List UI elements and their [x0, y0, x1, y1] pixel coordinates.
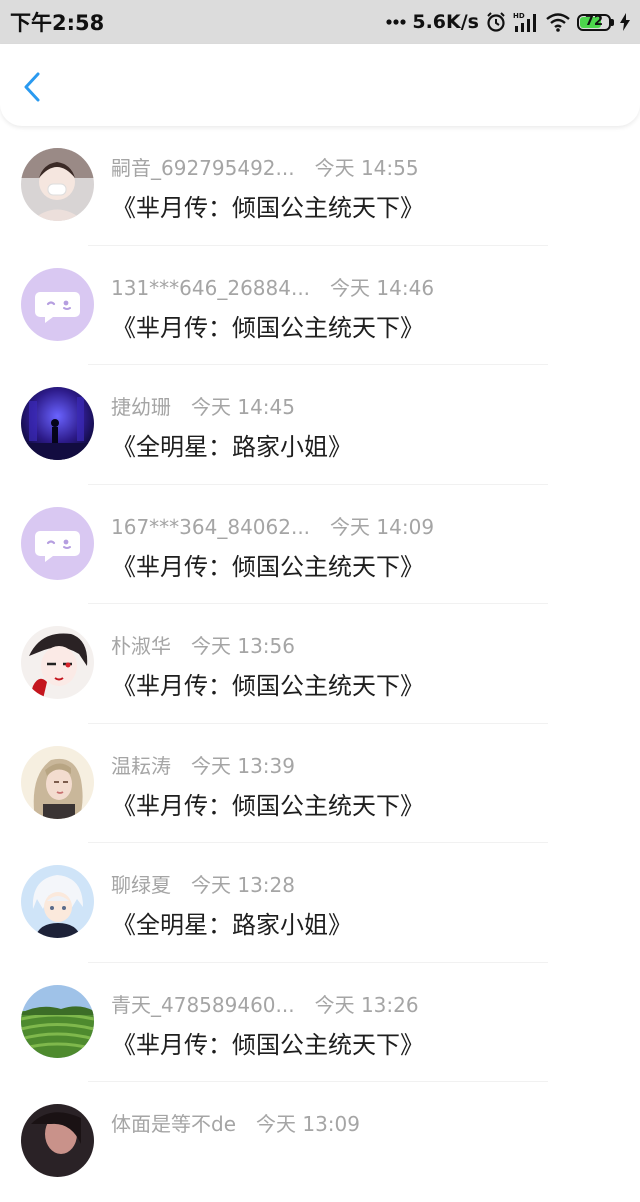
- back-button[interactable]: [16, 70, 50, 104]
- list-item[interactable]: 体面是等不de 今天 13:09: [0, 1082, 640, 1202]
- list-item[interactable]: 嗣音_692795492... 今天 14:55 《芈月传：倾国公主统天下》: [0, 126, 640, 246]
- message-time: 今天 13:26: [314, 992, 419, 1017]
- list-item[interactable]: 167***364_84062... 今天 14:09 《芈月传：倾国公主统天下…: [0, 485, 640, 604]
- sender-name: 聊绿夏: [111, 873, 171, 897]
- message-meta: 体面是等不de 今天 13:09: [111, 1108, 360, 1137]
- book-title: 《芈月传：倾国公主统天下》: [112, 791, 424, 820]
- network-speed: 5.6K/s: [412, 11, 479, 33]
- battery-icon: 72: [577, 13, 614, 31]
- sender-name: 青天_478589460...: [111, 992, 295, 1017]
- chat-bubble-icon: [21, 506, 94, 580]
- message-time: 今天 13:39: [191, 753, 295, 778]
- message-meta: 捷幼珊 今天 14:45: [111, 391, 295, 420]
- status-bar: 下午2:58 5.6K/s HD 72: [0, 0, 640, 44]
- avatar[interactable]: [21, 745, 94, 819]
- message-time: 今天 14:09: [330, 514, 435, 539]
- avatar[interactable]: [21, 984, 94, 1058]
- sender-name: 嗣音_692795492...: [111, 156, 295, 180]
- list-item[interactable]: 温耘涛 今天 13:39 《芈月传：倾国公主统天下》: [0, 724, 640, 843]
- battery-level: 72: [584, 13, 604, 29]
- sender-name: 捷幼珊: [111, 395, 171, 419]
- message-meta: 朴淑华 今天 13:56: [111, 630, 295, 659]
- message-time: 今天 13:28: [191, 873, 295, 897]
- message-time: 今天 13:56: [191, 634, 295, 658]
- avatar[interactable]: [21, 506, 94, 580]
- svg-text:HD: HD: [513, 12, 525, 20]
- avatar[interactable]: [21, 267, 94, 341]
- message-meta: 嗣音_692795492... 今天 14:55: [111, 152, 419, 181]
- avatar[interactable]: [21, 148, 94, 221]
- status-time: 下午2:58: [10, 11, 105, 35]
- chevron-left-icon: [24, 72, 40, 102]
- sender-name: 温耘涛: [111, 753, 171, 778]
- message-meta: 131***646_26884... 今天 14:46: [111, 272, 434, 301]
- sender-name: 体面是等不de: [111, 1112, 236, 1136]
- message-time: 今天 13:09: [256, 1112, 360, 1136]
- message-time: 今天 14:46: [330, 275, 435, 300]
- hd-signal-icon: HD: [513, 12, 536, 32]
- list-item[interactable]: 青天_478589460... 今天 13:26 《芈月传：倾国公主统天下》: [0, 963, 640, 1082]
- message-meta: 聊绿夏 今天 13:28: [111, 869, 295, 898]
- avatar[interactable]: [21, 1104, 94, 1177]
- message-time: 今天 14:45: [191, 395, 295, 419]
- message-meta: 温耘涛 今天 13:39: [111, 750, 295, 779]
- sender-name: 朴淑华: [111, 634, 171, 658]
- chat-bubble-icon: [21, 267, 94, 341]
- dots-icon: [386, 19, 406, 25]
- wifi-icon: [546, 13, 570, 32]
- message-list: 嗣音_692795492... 今天 14:55 《芈月传：倾国公主统天下》 1…: [0, 126, 640, 1202]
- book-title: 《芈月传：倾国公主统天下》: [112, 552, 424, 581]
- book-title: 《芈月传：倾国公主统天下》: [112, 313, 424, 342]
- message-time: 今天 14:55: [314, 156, 419, 180]
- list-item[interactable]: 聊绿夏 今天 13:28 《全明星：路家小姐》: [0, 843, 640, 963]
- message-meta: 167***364_84062... 今天 14:09: [111, 511, 434, 540]
- charging-icon: [620, 13, 630, 31]
- top-nav-bar: [0, 44, 640, 126]
- list-item[interactable]: 131***646_26884... 今天 14:46 《芈月传：倾国公主统天下…: [0, 246, 640, 365]
- list-item[interactable]: 朴淑华 今天 13:56 《芈月传：倾国公主统天下》: [0, 604, 640, 724]
- avatar[interactable]: [21, 865, 94, 938]
- list-item[interactable]: 捷幼珊 今天 14:45 《全明星：路家小姐》: [0, 365, 640, 485]
- book-title: 《芈月传：倾国公主统天下》: [112, 1030, 424, 1059]
- alarm-icon: [487, 12, 505, 32]
- sender-name: 167***364_84062...: [111, 514, 311, 539]
- avatar[interactable]: [21, 387, 94, 460]
- avatar[interactable]: [21, 626, 94, 699]
- message-meta: 青天_478589460... 今天 13:26: [111, 989, 419, 1018]
- book-title: 《全明星：路家小姐》: [112, 911, 352, 939]
- book-title: 《芈月传：倾国公主统天下》: [112, 672, 424, 700]
- status-icons: 5.6K/s HD 72: [386, 11, 630, 33]
- book-title: 《全明星：路家小姐》: [112, 433, 352, 461]
- sender-name: 131***646_26884...: [111, 275, 311, 300]
- book-title: 《芈月传：倾国公主统天下》: [112, 194, 424, 222]
